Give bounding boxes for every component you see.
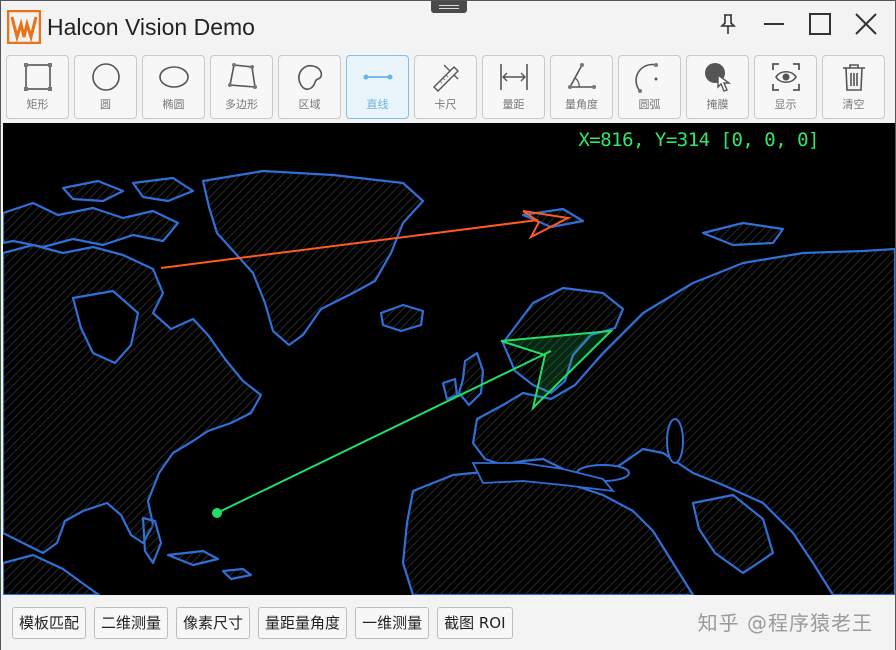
maximize-icon [809, 13, 831, 35]
polygon-icon [227, 63, 257, 89]
halcon-logo-icon [7, 10, 41, 44]
tool-line[interactable]: 直线 [346, 55, 409, 119]
rectangle-icon [23, 63, 52, 91]
mask-icon [704, 63, 731, 92]
tool-display[interactable]: 显示 [754, 55, 817, 119]
distance-icon [499, 64, 528, 90]
tool-bar: 矩形 圆 椭圆 多边形 区域 直线 卡尺 量距 量角度 圆弧 掩膜 显示 清空 [1, 53, 895, 123]
world-map-image [3, 169, 895, 595]
2d-measure-button[interactable]: 二维测量 [94, 606, 169, 639]
tool-clear[interactable]: 清空 [822, 55, 885, 119]
arc-icon [634, 63, 658, 93]
drag-grip-handle[interactable] [431, 1, 467, 13]
tool-mask[interactable]: 掩膜 [686, 55, 749, 119]
tool-polygon[interactable]: 多边形 [210, 55, 273, 119]
maximize-button[interactable] [799, 7, 841, 41]
tool-label: 多边形 [225, 98, 258, 111]
minimize-button[interactable] [753, 7, 795, 41]
tool-circle[interactable]: 圆 [74, 55, 137, 119]
tool-label: 清空 [842, 98, 865, 111]
tool-rectangle[interactable]: 矩形 [6, 55, 69, 119]
tool-label: 掩膜 [706, 98, 729, 111]
tool-arc[interactable]: 圆弧 [618, 55, 681, 119]
bottom-action-bar: 模板匹配 二维测量 像素尺寸 量距量角度 一维测量 截图 ROI 知乎 @程序猿… [1, 595, 895, 650]
distance-angle-button[interactable]: 量距量角度 [258, 606, 348, 639]
tool-label: 卡尺 [434, 98, 457, 111]
tool-ellipse[interactable]: 椭圆 [142, 55, 205, 119]
eye-icon [771, 63, 800, 91]
tool-label: 圆 [100, 98, 111, 111]
tool-label: 矩形 [26, 98, 49, 111]
tool-caliper[interactable]: 卡尺 [414, 55, 477, 119]
tool-angle[interactable]: 量角度 [550, 55, 613, 119]
angle-icon [567, 63, 596, 89]
tool-label: 直线 [366, 98, 389, 111]
app-window: Halcon Vision Demo 矩形 圆 椭圆 多边形 区域 直线 卡尺 … [0, 0, 896, 650]
pin-icon [720, 14, 736, 34]
tool-label: 量角度 [565, 98, 598, 111]
image-canvas[interactable]: X=816, Y=314 [0, 0, 0] [3, 123, 895, 595]
tool-label: 显示 [774, 98, 797, 111]
window-title: Halcon Vision Demo [47, 13, 255, 40]
tool-region[interactable]: 区域 [278, 55, 341, 119]
tool-label: 圆弧 [638, 98, 661, 111]
trash-icon [842, 64, 865, 91]
title-bar[interactable]: Halcon Vision Demo [1, 1, 895, 53]
tool-label: 量距 [502, 98, 525, 111]
region-icon [297, 64, 322, 90]
cursor-coordinate-readout: X=816, Y=314 [0, 0, 0] [578, 129, 819, 151]
tool-label: 椭圆 [162, 98, 185, 111]
watermark-text: 知乎 @程序猿老王 [697, 611, 873, 635]
close-icon [855, 13, 877, 35]
minimize-icon [764, 23, 784, 25]
line-icon [363, 74, 392, 80]
template-match-button[interactable]: 模板匹配 [12, 606, 87, 639]
pin-button[interactable] [707, 7, 749, 41]
tool-distance[interactable]: 量距 [482, 55, 545, 119]
caliper-icon [432, 64, 459, 92]
screenshot-roi-button[interactable]: 截图 ROI [437, 606, 513, 639]
circle-icon [91, 63, 120, 91]
close-button[interactable] [845, 7, 887, 41]
ellipse-icon [158, 66, 189, 88]
pixel-size-button[interactable]: 像素尺寸 [176, 606, 251, 639]
1d-measure-button[interactable]: 一维测量 [355, 606, 430, 639]
tool-label: 区域 [298, 98, 321, 111]
